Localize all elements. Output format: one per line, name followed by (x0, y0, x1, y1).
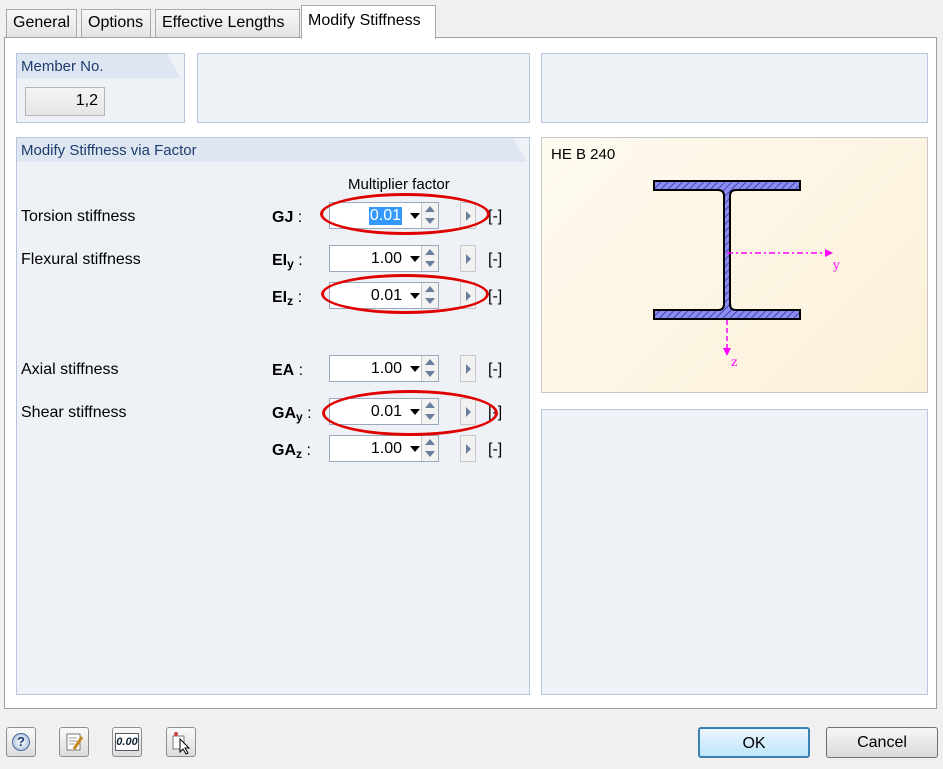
tab-options[interactable]: Options (81, 9, 151, 37)
ea-unit: [-] (488, 361, 503, 378)
y-axis-arrow (825, 249, 833, 257)
chevron-down-icon[interactable] (410, 409, 420, 415)
spin-button[interactable] (421, 203, 438, 228)
empty-panel-top-right (541, 53, 928, 123)
modify-stiffness-title: Modify Stiffness via Factor (17, 138, 527, 162)
spin-button[interactable] (421, 283, 438, 308)
i-beam-shape (653, 180, 801, 320)
decimal-places-button[interactable]: 0.00 (112, 727, 142, 757)
decimal-places-icon: 0.00 (115, 733, 139, 751)
gaz-symbol: GAz : (272, 442, 311, 461)
tab-panel: Member No. 1,2 Modify Stiffness via Fact… (4, 37, 937, 709)
eiy-factor-combo[interactable]: 1.00 (329, 245, 439, 272)
eiy-symbol: EIy : (272, 252, 303, 271)
gj-pick-arrow-button[interactable] (460, 202, 476, 229)
eiz-unit: [-] (488, 288, 503, 305)
gay-pick-arrow-button[interactable] (460, 398, 476, 425)
gay-factor-combo[interactable]: 0.01 (329, 398, 439, 425)
cancel-button[interactable]: Cancel (826, 727, 938, 758)
eiy-factor-value[interactable]: 1.00 (371, 250, 402, 268)
shear-stiffness-label: Shear stiffness (21, 404, 127, 421)
z-axis-arrow (723, 348, 731, 356)
axial-stiffness-label: Axial stiffness (21, 361, 119, 378)
edit-button[interactable] (59, 727, 89, 757)
member-no-field[interactable]: 1,2 (25, 87, 105, 116)
gay-symbol: GAy : (272, 405, 312, 424)
spin-button[interactable] (421, 356, 438, 381)
eiz-pick-arrow-button[interactable] (460, 282, 476, 309)
empty-panel-top-middle (197, 53, 530, 123)
torsion-stiffness-label: Torsion stiffness (21, 208, 136, 225)
pick-button[interactable] (166, 727, 196, 757)
z-axis-label: z (731, 355, 737, 369)
eiz-factor-combo[interactable]: 0.01 (329, 282, 439, 309)
spin-button[interactable] (421, 436, 438, 461)
ea-factor-combo[interactable]: 1.00 (329, 355, 439, 382)
gj-factor-combo[interactable]: 0.01 (329, 202, 439, 229)
chevron-down-icon[interactable] (410, 293, 420, 299)
eiz-factor-value[interactable]: 0.01 (371, 287, 402, 305)
chevron-down-icon[interactable] (410, 256, 420, 262)
gay-unit: [-] (488, 404, 503, 421)
member-no-group: Member No. 1,2 (16, 53, 185, 123)
eiy-pick-arrow-button[interactable] (460, 245, 476, 272)
tab-modify-stiffness[interactable]: Modify Stiffness (301, 5, 436, 39)
empty-panel-bottom-right (541, 409, 928, 695)
eiy-unit: [-] (488, 251, 503, 268)
i-beam-section-drawing: y z (653, 180, 840, 369)
gaz-factor-combo[interactable]: 1.00 (329, 435, 439, 462)
chevron-down-icon[interactable] (410, 446, 420, 452)
ea-symbol: EA : (272, 362, 304, 379)
member-no-title: Member No. (17, 54, 181, 78)
modify-stiffness-group: Modify Stiffness via Factor Multiplier f… (16, 137, 530, 695)
gj-factor-value[interactable]: 0.01 (368, 207, 402, 225)
gj-symbol: GJ : (272, 209, 303, 226)
chevron-down-icon[interactable] (410, 213, 420, 219)
ok-button[interactable]: OK (698, 727, 810, 758)
gay-factor-value[interactable]: 0.01 (371, 403, 402, 421)
eiz-symbol: EIz : (272, 289, 303, 308)
help-icon: ? (12, 733, 30, 751)
flexural-stiffness-label: Flexural stiffness (21, 251, 141, 268)
gaz-pick-arrow-button[interactable] (460, 435, 476, 462)
spin-button[interactable] (421, 399, 438, 424)
y-axis-label: y (832, 258, 840, 272)
pick-icon (172, 732, 191, 755)
gaz-factor-value[interactable]: 1.00 (371, 440, 402, 458)
multiplier-factor-header: Multiplier factor (348, 176, 450, 193)
gaz-unit: [-] (488, 441, 503, 458)
help-button[interactable]: ? (6, 727, 36, 757)
chevron-down-icon[interactable] (410, 366, 420, 372)
edit-icon (66, 733, 84, 751)
spin-button[interactable] (421, 246, 438, 271)
gj-unit: [-] (488, 208, 503, 225)
ea-factor-value[interactable]: 1.00 (371, 360, 402, 378)
tab-effective-lengths[interactable]: Effective Lengths (155, 9, 300, 37)
cross-section-preview: HE B 240 y z (541, 137, 928, 393)
ea-pick-arrow-button[interactable] (460, 355, 476, 382)
tab-general[interactable]: General (6, 9, 77, 37)
